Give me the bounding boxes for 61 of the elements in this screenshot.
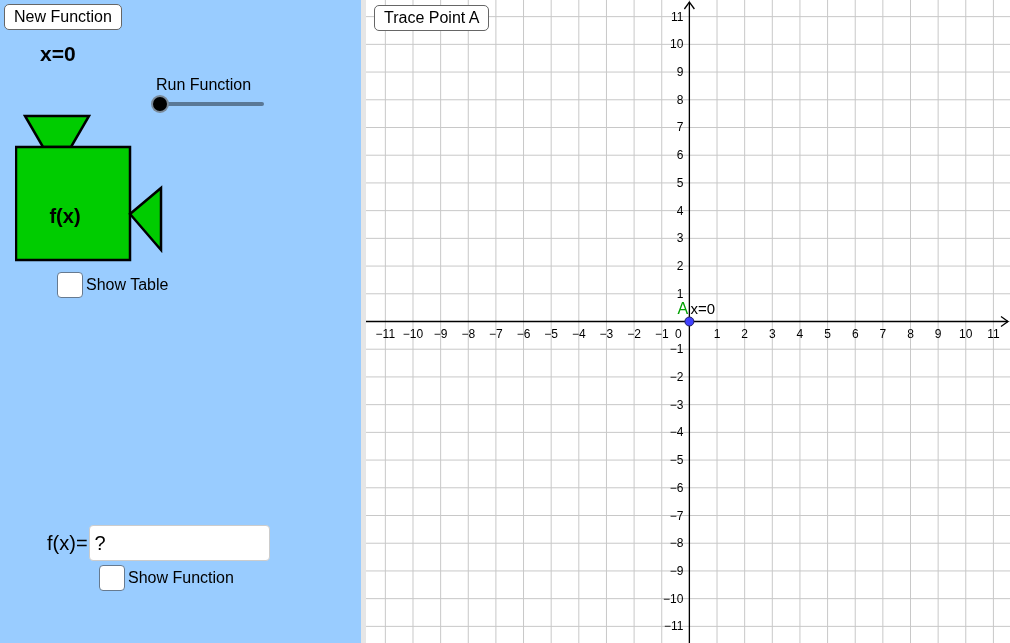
function-machine-drawing: f(x)	[15, 114, 165, 262]
tick-label: 10	[670, 37, 684, 52]
function-input-field[interactable]: ?	[88, 525, 270, 561]
tick-label: 10	[959, 326, 973, 341]
tick-label: 7	[879, 326, 887, 341]
tick-label: 5	[676, 175, 684, 190]
trace-point-button[interactable]: Trace Point A	[374, 5, 490, 31]
function-input-label: f(x)=	[47, 531, 88, 555]
tick-label: −4	[669, 425, 684, 440]
tick-label: −5	[544, 326, 559, 341]
tick-label: 9	[676, 65, 684, 80]
tick-label: −1	[669, 342, 684, 357]
checkbox[interactable]	[99, 565, 125, 591]
slider[interactable]	[153, 97, 264, 111]
tick-label: −1	[654, 326, 669, 341]
point[interactable]	[684, 316, 695, 327]
tick-label: −8	[461, 326, 476, 341]
point-label: A	[677, 299, 689, 317]
tick-label: −9	[433, 326, 448, 341]
tick-label: 8	[676, 92, 684, 107]
checkbox-label: Show Function	[128, 568, 234, 588]
tick-label: 3	[676, 231, 684, 246]
tick-label: −11	[375, 326, 396, 341]
tick-label: −9	[669, 563, 684, 578]
tick-label: −7	[669, 508, 684, 523]
tick-label: 4	[676, 203, 684, 218]
tick-label: −10	[402, 326, 424, 341]
tick-label: 1	[713, 326, 721, 341]
tick-label: 7	[676, 120, 684, 135]
tick-label: 6	[676, 148, 684, 163]
slider-label: Run Function	[156, 76, 252, 94]
point-caption: x=0	[690, 299, 715, 317]
tick-label: 5	[824, 326, 831, 341]
tick-label: −10	[663, 591, 684, 606]
tick-label: 2	[741, 326, 748, 341]
new-function-button[interactable]: New Function	[4, 4, 122, 30]
checkbox[interactable]	[57, 272, 83, 298]
tick-label: −8	[669, 536, 684, 551]
tick-label: −7	[489, 326, 503, 341]
tick-label: 2	[676, 259, 684, 274]
slider-thumb[interactable]	[153, 97, 167, 111]
x-value-text: x=0	[40, 42, 76, 66]
checkbox-label: Show Table	[86, 275, 169, 295]
tick-label: 1	[676, 286, 684, 301]
tick-label: 6	[851, 326, 859, 341]
tick-label: −3	[599, 326, 614, 341]
tick-label: −2	[627, 326, 641, 341]
origin-label: 0	[675, 326, 682, 341]
tick-label: 11	[670, 9, 684, 24]
tick-label: −3	[669, 397, 684, 412]
tick-label: −6	[516, 326, 531, 341]
tick-label: 11	[987, 326, 1000, 341]
tick-label: 4	[796, 326, 804, 341]
tick-label: 8	[907, 326, 914, 341]
tick-label: −6	[669, 480, 684, 495]
tick-label: −11	[663, 619, 684, 634]
tick-label: −2	[669, 369, 684, 384]
tick-label: 9	[934, 326, 942, 341]
tick-label: −5	[669, 453, 684, 468]
tick-label: −4	[572, 326, 586, 341]
tick-label: 3	[768, 326, 776, 341]
